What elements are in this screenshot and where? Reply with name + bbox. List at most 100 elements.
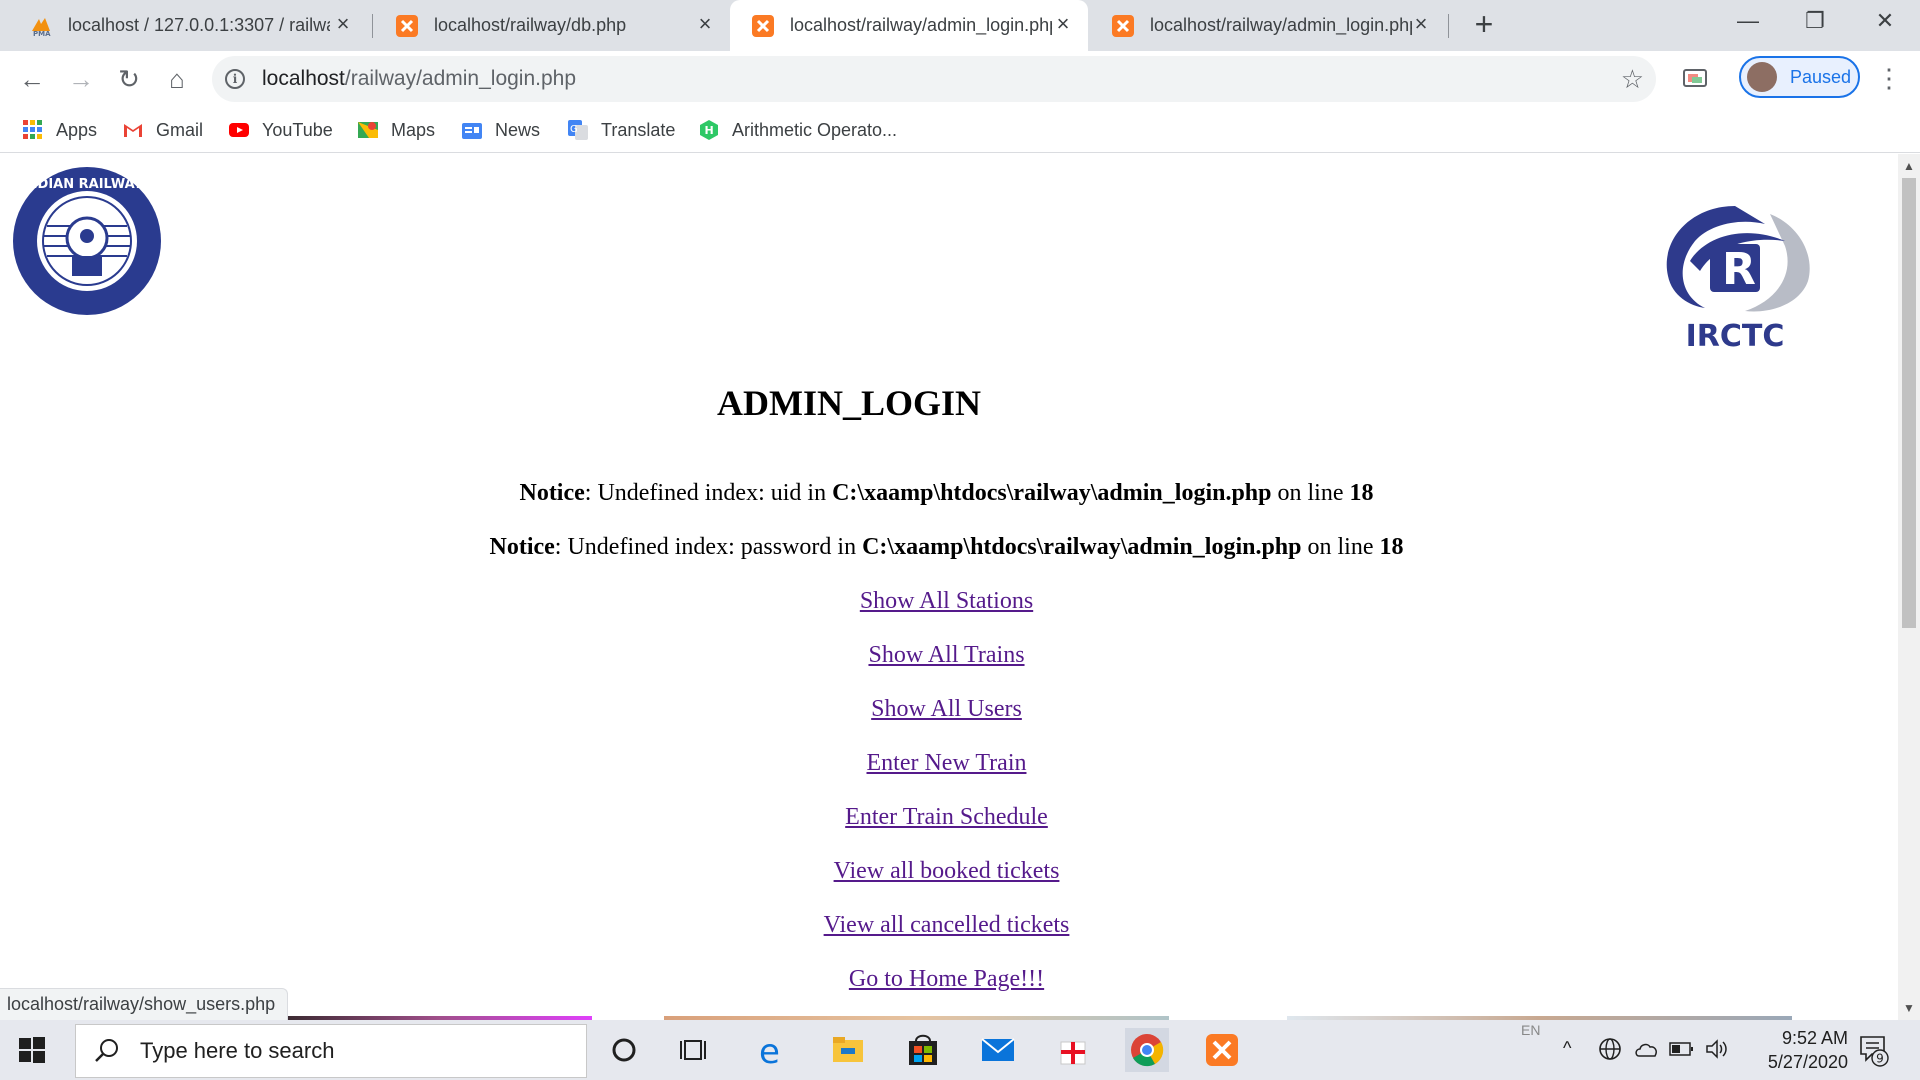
notice-label: Notice <box>519 480 585 506</box>
notice-file: C:\xaamp\htdocs\railway\admin_login.php <box>832 480 1272 506</box>
show-all-stations-link[interactable]: Show All Stations <box>860 588 1033 614</box>
close-tab-icon[interactable]: × <box>1052 13 1074 35</box>
windows-start-icon[interactable] <box>18 1036 46 1064</box>
svg-text:e: e <box>759 1032 780 1072</box>
url-host: localhost <box>262 67 345 90</box>
logo-text: IRCTC <box>1686 319 1785 354</box>
xampp-icon <box>752 14 774 37</box>
file-explorer-icon[interactable] <box>826 1028 870 1072</box>
menu-kebab-icon[interactable]: ⋮ <box>1876 63 1902 95</box>
view-cancelled-tickets-link[interactable]: View all cancelled tickets <box>824 912 1070 938</box>
url-path: /railway/admin_login.php <box>344 67 577 90</box>
bookmark-translate[interactable]: G Translate <box>567 115 675 145</box>
translate-icon: G <box>568 120 588 140</box>
clock-date: 5/27/2020 <box>1767 1052 1848 1072</box>
page-scrollbar[interactable]: ▲ ▼ <box>1898 154 1920 1020</box>
new-tab-button[interactable]: + <box>1468 8 1500 41</box>
svg-text:PMA: PMA <box>33 30 51 37</box>
enter-new-train-link[interactable]: Enter New Train <box>867 750 1027 776</box>
xampp-taskbar-icon[interactable] <box>1200 1028 1244 1072</box>
bookmark-youtube[interactable]: YouTube <box>228 115 333 145</box>
chrome-icon[interactable] <box>1125 1028 1169 1072</box>
go-to-home-page-link[interactable]: Go to Home Page!!! <box>849 966 1044 992</box>
back-icon[interactable]: ← <box>16 63 48 95</box>
link-row: Enter Train Schedule <box>0 804 1893 831</box>
enter-train-schedule-link[interactable]: Enter Train Schedule <box>845 804 1048 830</box>
show-all-users-link[interactable]: Show All Users <box>871 696 1022 722</box>
bookmark-news[interactable]: News <box>461 115 540 145</box>
bookmark-apps[interactable]: Apps <box>22 115 97 145</box>
notice-line: 18 <box>1379 534 1404 560</box>
svg-text:H: H <box>705 124 714 137</box>
tab-title: localhost/railway/db.php <box>434 15 627 35</box>
clock-time: 9:52 AM <box>1781 1028 1848 1048</box>
taskbar-search[interactable]: Type here to search <box>75 1024 587 1078</box>
bookmark-star-icon[interactable]: ☆ <box>1621 64 1644 95</box>
minimize-icon[interactable]: — <box>1733 6 1763 36</box>
windows-taskbar: Type here to search e EN ^ 9:52 AM 5/27/… <box>0 1020 1920 1080</box>
bookmark-gmail[interactable]: Gmail <box>122 115 203 145</box>
home-icon[interactable]: ⌂ <box>161 63 193 95</box>
php-notice: Notice: Undefined index: uid in C:\xaamp… <box>0 480 1893 507</box>
input-language[interactable]: EN <box>1521 1022 1540 1038</box>
onedrive-icon[interactable] <box>1634 1038 1660 1060</box>
tray-chevron-icon[interactable]: ^ <box>1563 1038 1571 1059</box>
link-row: Show All Users <box>0 696 1893 723</box>
scroll-up-icon[interactable]: ▲ <box>1898 156 1920 176</box>
tab-admin-login[interactable]: localhost/railway/admin_login.php × <box>1090 0 1446 51</box>
store-icon[interactable] <box>901 1028 945 1072</box>
notice-on-line: on line <box>1271 480 1350 506</box>
tab-title: localhost / 127.0.0.1:3307 / railway <box>68 15 330 35</box>
bookmark-label: News <box>495 119 541 140</box>
xampp-icon <box>1112 14 1134 37</box>
info-icon[interactable]: i <box>225 69 245 89</box>
screen: PMA localhost / 127.0.0.1:3307 / railway… <box>0 0 1920 1080</box>
restore-icon[interactable]: ❐ <box>1800 6 1830 36</box>
link-row: Show All Trains <box>0 642 1893 669</box>
tab-title: localhost/railway/admin_login.php <box>1150 15 1412 35</box>
system-clock[interactable]: 9:52 AM 5/27/2020 <box>1738 1026 1848 1074</box>
cast-icon[interactable] <box>1680 63 1710 93</box>
reload-icon[interactable]: ↻ <box>113 63 145 95</box>
scroll-down-icon[interactable]: ▼ <box>1898 998 1920 1018</box>
avatar <box>1747 62 1777 92</box>
task-view-icon[interactable] <box>674 1028 718 1072</box>
globe-icon[interactable] <box>1598 1037 1622 1061</box>
link-row: View all booked tickets <box>0 858 1893 885</box>
gift-icon[interactable] <box>1051 1028 1095 1072</box>
gmail-icon <box>124 124 142 137</box>
tab-title: localhost/railway/admin_login.php <box>790 15 1052 35</box>
cortana-icon[interactable] <box>602 1028 646 1072</box>
xampp-icon <box>396 14 418 37</box>
bookmark-maps[interactable]: Maps <box>357 115 435 145</box>
volume-icon[interactable] <box>1704 1038 1730 1060</box>
show-all-trains-link[interactable]: Show All Trains <box>868 642 1024 668</box>
close-tab-icon[interactable]: × <box>694 13 716 35</box>
profile-button[interactable]: Paused <box>1739 56 1860 98</box>
tab-admin-login-active[interactable]: localhost/railway/admin_login.php × <box>730 0 1088 51</box>
link-row: Show All Stations <box>0 588 1893 615</box>
edge-icon[interactable]: e <box>751 1028 795 1072</box>
mail-icon[interactable] <box>976 1028 1020 1072</box>
view-booked-tickets-link[interactable]: View all booked tickets <box>834 858 1060 884</box>
close-tab-icon[interactable]: × <box>1410 13 1432 35</box>
svg-text:G: G <box>570 124 578 135</box>
notifications-icon[interactable]: 9 <box>1858 1034 1890 1068</box>
apps-grid-icon <box>23 120 42 139</box>
forward-icon[interactable]: → <box>65 63 97 95</box>
address-bar[interactable]: i localhost/railway/admin_login.php ☆ <box>212 56 1656 102</box>
bookmark-label: Arithmetic Operato... <box>732 119 898 140</box>
tab-phpmyadmin[interactable]: PMA localhost / 127.0.0.1:3307 / railway… <box>8 0 368 51</box>
bookmark-label: YouTube <box>262 119 333 140</box>
notice-on-line: on line <box>1301 534 1380 560</box>
url-text[interactable]: localhost/railway/admin_login.php <box>262 67 576 91</box>
notice-message: : Undefined index: password in <box>554 534 863 560</box>
bookmark-arithmetic[interactable]: H Arithmetic Operato... <box>698 115 897 145</box>
battery-icon[interactable] <box>1669 1039 1695 1059</box>
tab-db[interactable]: localhost/railway/db.php × <box>374 0 730 51</box>
notification-count: 9 <box>1876 1052 1884 1066</box>
close-window-icon[interactable]: ✕ <box>1870 6 1900 36</box>
close-tab-icon[interactable]: × <box>332 13 354 35</box>
scrollbar-thumb[interactable] <box>1902 178 1916 628</box>
bookmark-label: Maps <box>391 119 436 140</box>
